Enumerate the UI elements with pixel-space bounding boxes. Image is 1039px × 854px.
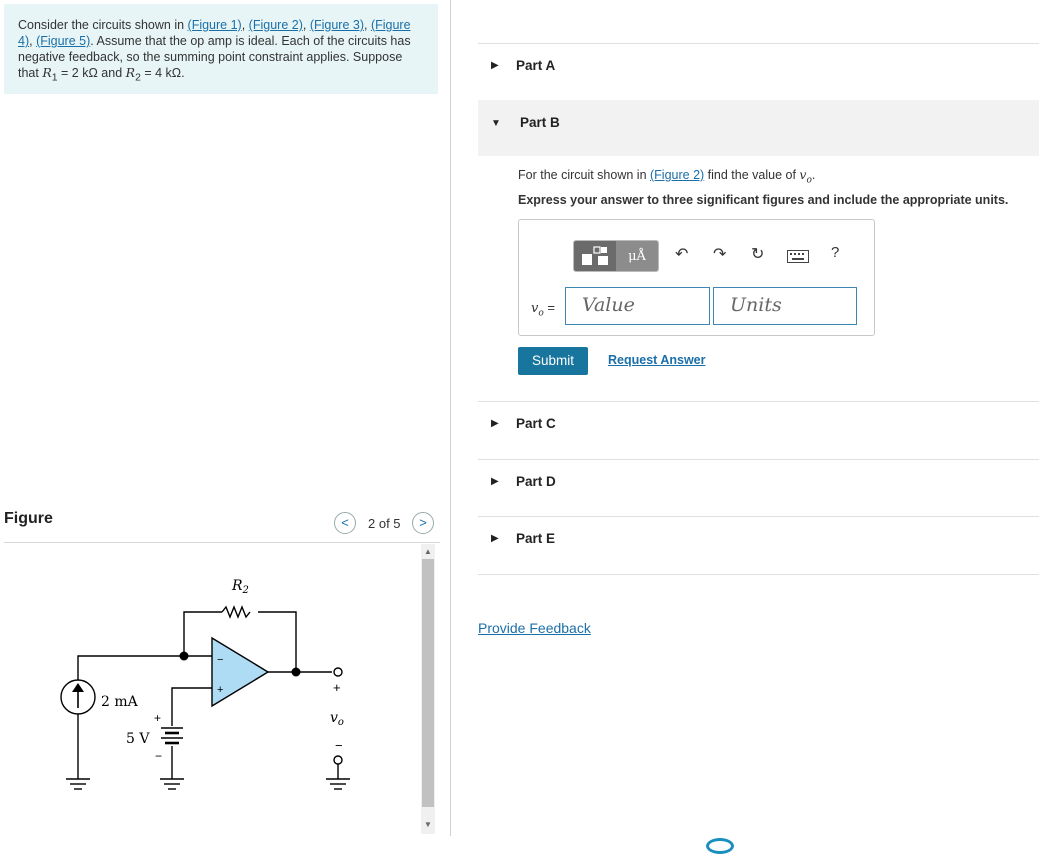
value-input[interactable]: Value [565,287,710,325]
units-button[interactable]: μÅ [616,241,658,271]
part-c-label: Part C [516,416,556,431]
provide-feedback-link[interactable]: Provide Feedback [478,620,591,636]
pane-divider[interactable] [450,0,451,836]
figure-counter: 2 of 5 [368,516,401,531]
figure-3-link[interactable]: (Figure 3) [310,18,364,32]
part-b-instruction: Express your answer to three significant… [518,193,1009,207]
template-icon [582,246,608,265]
r2-value: = 4 kΩ. [140,66,185,80]
circuit-diagram: R2 2 mA 5 V + − − + + vo − [60,578,350,790]
template-button[interactable] [574,241,616,271]
figure-divider [4,542,440,543]
question-end: . [811,168,816,182]
template-toolbar-group: μÅ [573,240,659,272]
problem-statement: Consider the circuits shown in (Figure 1… [4,4,438,94]
battery-5v [161,727,183,745]
r2-symbol: R [125,65,136,80]
part-e-header[interactable]: ▶ Part E [478,520,1039,560]
output-minus-label: − [335,738,343,753]
output-plus-label: + [333,680,341,695]
units-input[interactable]: Units [713,287,857,325]
question-post: find the value of [704,168,800,182]
opamp-minus-label: − [217,654,223,666]
scroll-thumb[interactable] [422,559,434,807]
figure-title: Figure [4,510,53,527]
rule-bottom [478,574,1039,575]
opamp-plus-label: + [217,684,223,696]
rule-top [478,43,1039,44]
output-terminal [333,667,343,677]
battery-minus-label: − [155,749,162,763]
voltage-source-label: 5 V [126,731,150,747]
summing-node [179,651,189,661]
part-b-question: For the circuit shown in (Figure 2) find… [518,167,815,186]
triangle-down-icon: ▼ [491,118,501,129]
part-b-header[interactable]: ▼ Part B [478,100,1039,156]
reset-icon[interactable]: ↻ [751,244,764,264]
submit-button[interactable]: Submit [518,347,588,375]
answer-box: μÅ ↶ ↷ ↻ ? vo = Value Units [518,219,875,336]
current-source-label: 2 mA [101,694,139,710]
rule-d [478,459,1039,460]
part-c-header[interactable]: ▶ Part C [478,405,1039,445]
rule-c [478,401,1039,402]
problem-intro: Consider the circuits shown in [18,18,185,32]
part-b-label: Part B [520,115,560,130]
r1-value: = 2 kΩ and [57,66,126,80]
chevron-right-icon: > [419,515,427,530]
keyboard-icon[interactable] [787,250,809,263]
triangle-right-icon: ▶ [491,418,499,429]
chat-widget-icon[interactable] [706,838,734,854]
vo-label: vo = [531,300,555,319]
next-figure-button[interactable]: > [412,512,434,534]
battery-plus-label: + [154,711,161,725]
part-d-label: Part D [516,474,556,489]
rule-e [478,516,1039,517]
figure-5-link[interactable]: (Figure 5) [36,34,90,48]
part-e-label: Part E [516,531,556,546]
prev-figure-button[interactable]: < [334,512,356,534]
feedback-wire-right [258,611,297,672]
help-icon[interactable]: ? [831,244,839,261]
scroll-up-icon[interactable]: ▲ [424,547,432,556]
ground-left [66,778,90,790]
output-ref-terminal [333,755,343,765]
figure-1-link[interactable]: (Figure 1) [188,18,242,32]
triangle-right-icon: ▶ [491,533,499,544]
triangle-right-icon: ▶ [491,60,499,71]
triangle-right-icon: ▶ [491,476,499,487]
figure-scrollbar[interactable]: ▲ ▼ [421,544,435,834]
figure-2-link[interactable]: (Figure 2) [249,18,303,32]
part-d-header[interactable]: ▶ Part D [478,463,1039,503]
r1-symbol: R [42,65,52,80]
scroll-down-icon[interactable]: ▼ [424,820,432,829]
input-wire [77,655,212,680]
resistor-r2 [221,605,251,619]
ground-right [326,778,350,790]
part-a-header[interactable]: ▶ Part A [478,47,1039,87]
redo-icon[interactable]: ↷ [713,244,726,264]
output-node [291,667,301,677]
ground-mid [160,778,184,790]
undo-icon[interactable]: ↶ [675,244,688,264]
part-a-label: Part A [516,58,556,73]
output-voltage-label: vo [330,710,344,728]
chevron-left-icon: < [341,515,349,530]
question-pre: For the circuit shown in [518,168,650,182]
question-figure-link[interactable]: (Figure 2) [650,168,704,182]
arrow-up-icon [72,683,84,692]
r2-label: R2 [231,578,249,596]
units-button-label: μÅ [628,248,646,264]
noninverting-wire [171,687,212,726]
vo-eq: = [543,300,555,315]
request-answer-link[interactable]: Request Answer [608,353,705,367]
